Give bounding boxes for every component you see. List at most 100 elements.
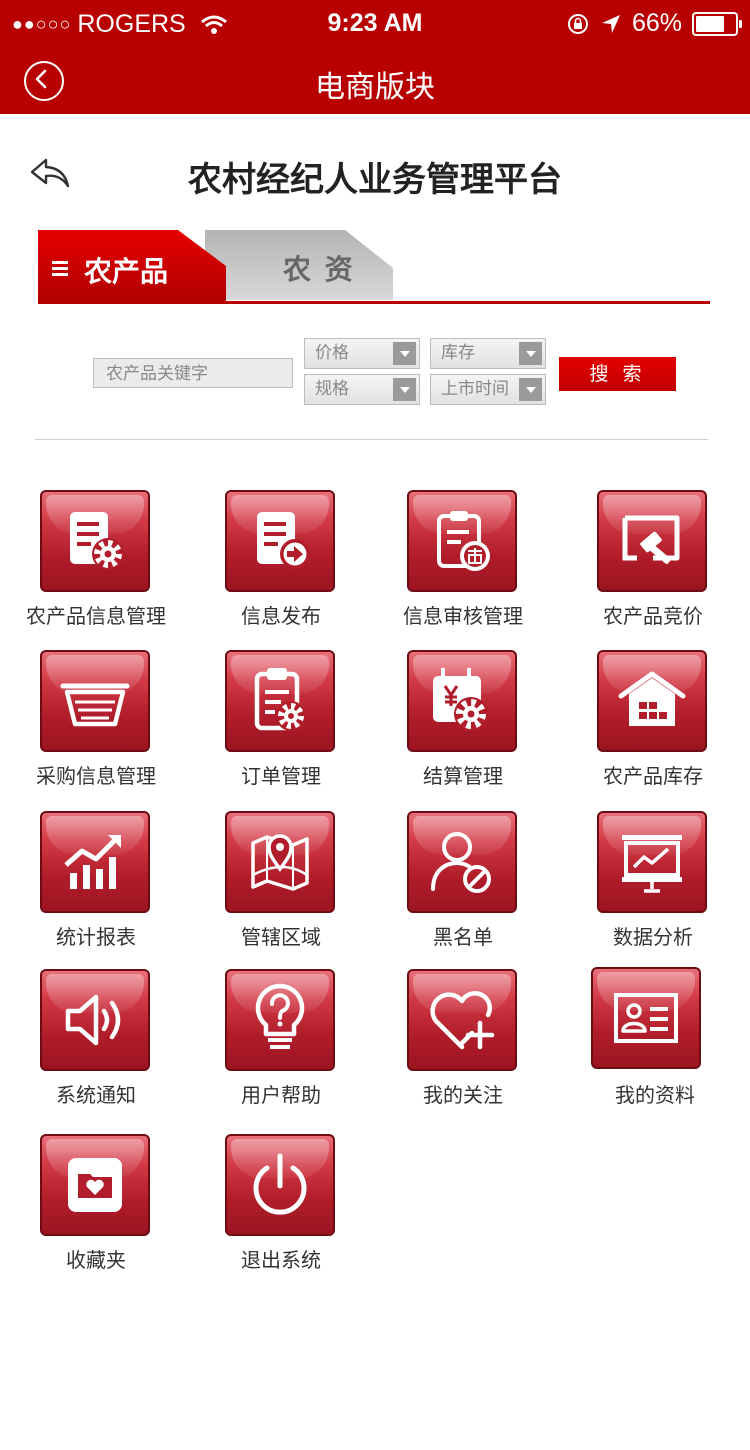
- menu-item-label: 数据分析: [613, 925, 693, 949]
- speaker-icon: [65, 994, 121, 1046]
- menu-item-label: 用户帮助: [241, 1083, 321, 1107]
- doc-gear-icon: [70, 512, 124, 570]
- nav-bar: 电商版块: [0, 48, 750, 114]
- calendar-yen-icon: [433, 668, 488, 731]
- map-pin-icon: [251, 834, 309, 891]
- menu-item-label: 统计报表: [56, 925, 136, 949]
- menu-item-label: 农产品库存: [603, 764, 703, 788]
- spec-select-value: 规格: [315, 379, 349, 399]
- power-icon: [253, 1153, 307, 1215]
- tile: [40, 969, 150, 1071]
- heart-plus-icon: [430, 990, 495, 1050]
- menu-item-orders[interactable]: 订单管理: [191, 650, 371, 800]
- search-bar: 农产品关键字 价格 库存 规格 上市时间 搜 索: [0, 338, 750, 408]
- tab-agri-supplies-label: 农 资: [283, 253, 355, 286]
- tile: [225, 490, 335, 592]
- tile: [40, 1134, 150, 1236]
- orientation-lock-icon: [567, 13, 588, 34]
- presentation-icon: [622, 835, 682, 893]
- menu-item-label: 管辖区域: [241, 925, 321, 949]
- auction-hammer-icon: [622, 515, 680, 564]
- menu-item-bidding[interactable]: 农产品竞价: [563, 490, 743, 640]
- tile: [225, 811, 335, 913]
- chevron-down-icon: [519, 342, 542, 365]
- battery-icon: [692, 11, 742, 36]
- tab-agri-products-label: 农产品: [84, 255, 169, 288]
- menu-item-purchase[interactable]: 采购信息管理: [6, 650, 186, 800]
- user-blocked-icon: [431, 832, 491, 893]
- menu-item-label: 农产品竞价: [603, 604, 703, 628]
- menu-item-audit[interactable]: 信息审核管理: [373, 490, 553, 640]
- tab-agri-products[interactable]: 农产品: [38, 230, 264, 302]
- menu-item-analytics[interactable]: 数据分析: [563, 811, 743, 961]
- tile: [40, 650, 150, 752]
- price-select-value: 价格: [315, 343, 349, 363]
- tile: [225, 650, 335, 752]
- tile: [225, 969, 335, 1071]
- keyword-search-input[interactable]: 农产品关键字: [93, 358, 293, 388]
- menu-item-label: 退出系统: [241, 1248, 321, 1272]
- folder-heart-icon: [68, 1158, 122, 1212]
- doc-arrow-icon: [257, 512, 310, 569]
- menu-item-notifications[interactable]: 系统通知: [6, 969, 186, 1119]
- chevron-down-icon: [393, 378, 416, 401]
- menu-item-label: 结算管理: [423, 764, 503, 788]
- clipboard-gear-icon: [254, 668, 306, 731]
- tile: [40, 811, 150, 913]
- spec-select[interactable]: 规格: [304, 374, 420, 405]
- menu-item-help[interactable]: 用户帮助: [191, 969, 371, 1119]
- warehouse-icon: [618, 671, 686, 726]
- menu-item-label: 我的资料: [615, 1083, 695, 1107]
- menu-item-favorites[interactable]: 收藏夹: [6, 1134, 186, 1284]
- stock-select-value: 库存: [441, 343, 475, 363]
- menu-item-product-info[interactable]: 农产品信息管理: [6, 490, 186, 640]
- menu-item-label: 系统通知: [56, 1083, 136, 1107]
- nav-title: 电商版块: [315, 70, 435, 105]
- menu-item-reports[interactable]: 统计报表: [6, 811, 186, 961]
- price-select[interactable]: 价格: [304, 338, 420, 369]
- tile: [407, 969, 517, 1071]
- menu-item-label: 信息审核管理: [403, 604, 523, 628]
- menu-item-inventory[interactable]: 农产品库存: [563, 650, 743, 800]
- menu-item-publish[interactable]: 信息发布: [191, 490, 371, 640]
- tile: [225, 1134, 335, 1236]
- menu-icon: [52, 261, 68, 276]
- tile: [591, 967, 701, 1069]
- basket-icon: [60, 683, 130, 727]
- tile: [407, 490, 517, 592]
- id-card-icon: [614, 993, 678, 1043]
- category-tabs: 农 资 农产品: [38, 230, 710, 304]
- menu-item-settlement[interactable]: 结算管理: [373, 650, 553, 800]
- tile: [407, 650, 517, 752]
- tile: [597, 490, 707, 592]
- location-arrow-icon: [601, 14, 620, 33]
- divider: [35, 439, 708, 440]
- menu-item-label: 信息发布: [241, 604, 321, 628]
- tile: [597, 650, 707, 752]
- help-bulb-icon: [255, 983, 305, 1049]
- stock-select[interactable]: 库存: [430, 338, 546, 369]
- clipboard-audit-icon: [437, 511, 490, 571]
- menu-item-following[interactable]: 我的关注: [373, 969, 553, 1119]
- tile: [407, 811, 517, 913]
- menu-item-label: 黑名单: [433, 925, 493, 949]
- tab-underline: [38, 301, 710, 304]
- menu-item-label: 收藏夹: [66, 1248, 126, 1272]
- menu-item-label: 我的关注: [423, 1083, 503, 1107]
- listing-date-select-value: 上市时间: [441, 379, 509, 399]
- menu-item-region[interactable]: 管辖区域: [191, 811, 371, 961]
- tile: [597, 811, 707, 913]
- menu-item-label: 采购信息管理: [36, 764, 156, 788]
- menu-item-blacklist[interactable]: 黑名单: [373, 811, 553, 961]
- status-bar: ●●○○○ ROGERS 9:23 AM 66%: [0, 0, 750, 48]
- page-title: 农村经纪人业务管理平台: [188, 160, 562, 200]
- menu-item-label: 订单管理: [241, 764, 321, 788]
- page-header: 农村经纪人业务管理平台: [0, 130, 750, 220]
- bar-chart-icon: [64, 835, 121, 889]
- listing-date-select[interactable]: 上市时间: [430, 374, 546, 405]
- menu-item-logout[interactable]: 退出系统: [191, 1134, 371, 1284]
- battery-percent: 66%: [631, 9, 682, 37]
- search-button[interactable]: 搜 索: [559, 357, 676, 391]
- tile: [40, 490, 150, 592]
- menu-item-profile[interactable]: 我的资料: [557, 967, 737, 1119]
